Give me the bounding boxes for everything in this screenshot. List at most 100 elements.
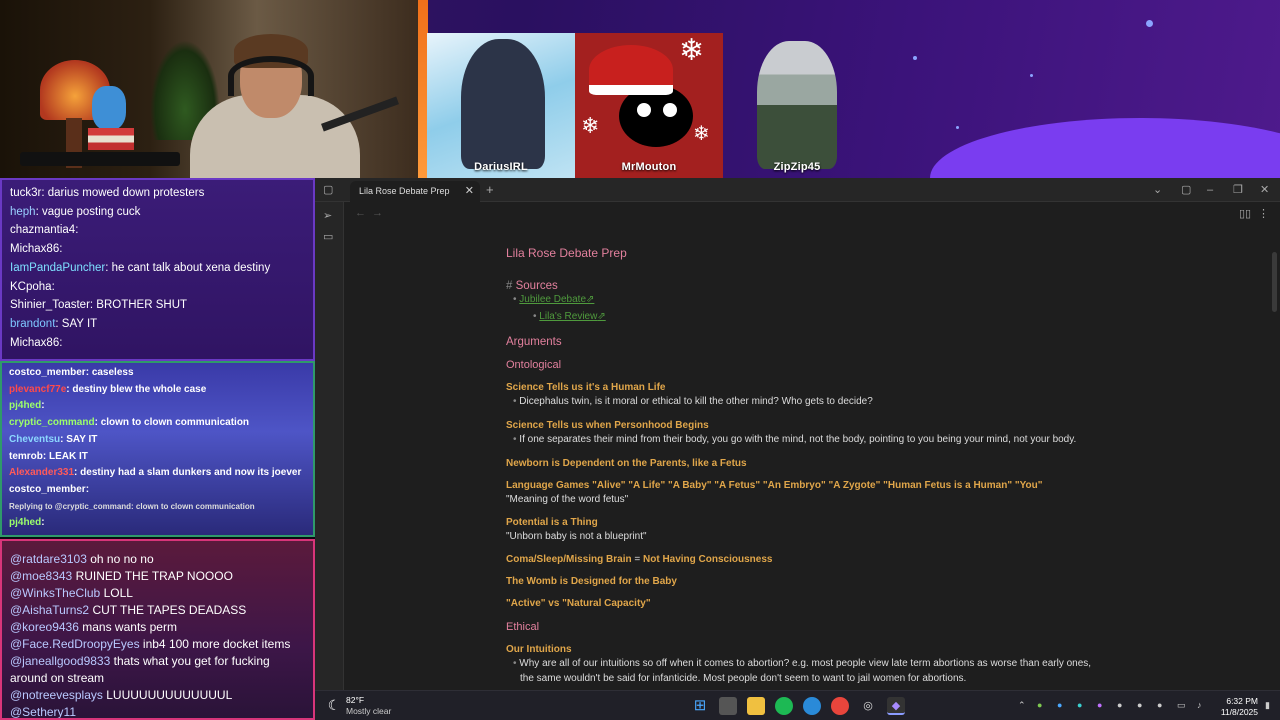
chat-username[interactable]: @Face.RedDroopyEyes xyxy=(10,637,140,651)
chevron-down-icon[interactable]: ⌄ xyxy=(1153,182,1162,198)
maximize-icon[interactable]: ❐ xyxy=(1233,182,1243,198)
chat-username[interactable]: costco_member xyxy=(9,484,86,495)
tray-app-icon[interactable]: ● xyxy=(1037,700,1042,710)
windows-start-icon[interactable]: ⊞ xyxy=(691,697,709,715)
send-icon[interactable]: ➢ xyxy=(323,208,332,224)
chat-username[interactable]: Michax86 xyxy=(10,337,59,349)
chat-message: Michax86: xyxy=(10,336,63,349)
link-lilas-review[interactable]: Lila's Review xyxy=(539,311,597,322)
tab-title: Lila Rose Debate Prep xyxy=(359,186,450,196)
heading: Coma/Sleep/Missing Brain = Not Having Co… xyxy=(506,554,773,565)
files-icon[interactable]: ▭ xyxy=(323,229,333,245)
chat-text: destiny had a slam dunkers and now its j… xyxy=(80,467,302,479)
clock-date[interactable]: 11/8/2025 xyxy=(1221,707,1258,717)
chat-username[interactable]: chazmantia4 xyxy=(10,224,75,236)
chat-username[interactable]: Alexander331 xyxy=(9,467,74,478)
chat-username[interactable]: KCpoha xyxy=(10,281,52,293)
chat-username[interactable]: IamPandaPuncher xyxy=(10,262,105,274)
chat-username[interactable]: brandont xyxy=(10,318,55,330)
scrollbar[interactable] xyxy=(1272,252,1277,312)
back-arrow-icon[interactable]: ← xyxy=(355,207,366,219)
new-tab-icon[interactable]: + xyxy=(486,182,494,198)
task-view-icon[interactable] xyxy=(719,697,737,715)
chat-username[interactable]: Michax86 xyxy=(10,243,59,255)
heading-ontological: Ontological xyxy=(506,359,562,371)
steam-icon[interactable]: ● xyxy=(1117,700,1122,710)
edge-icon[interactable] xyxy=(803,697,821,715)
obs-icon[interactable]: ◎ xyxy=(859,697,877,715)
chat-username[interactable]: heph xyxy=(10,206,36,218)
chat-panel-2: costco_member: caseless plevancf77e: dest… xyxy=(0,361,315,537)
file-explorer-icon[interactable] xyxy=(747,697,765,715)
chat-username[interactable]: pj4hed xyxy=(9,517,41,528)
heading-sources: # Sources xyxy=(506,280,558,292)
chat-username[interactable]: @AishaTurns2 xyxy=(10,603,89,617)
close-icon[interactable]: ✕ xyxy=(465,181,474,202)
weather-desc[interactable]: Mostly clear xyxy=(346,706,391,716)
chat-text: oh no no no xyxy=(90,552,154,566)
participant-tile: ZipZip45 xyxy=(723,33,871,178)
minimize-icon[interactable]: – xyxy=(1207,182,1213,198)
chat-message: @koreo9436 mans wants perm xyxy=(10,619,305,636)
tab-note[interactable]: Lila Rose Debate Prep ✕ xyxy=(350,181,480,202)
participant-tile: ❄ ❄ ❄ MrMouton xyxy=(575,33,723,178)
chat-text: SAY IT xyxy=(61,317,98,330)
chat-username[interactable]: cryptic_command xyxy=(9,417,95,428)
chat-text: RUINED THE TRAP NOOOO xyxy=(75,569,233,583)
chat-username[interactable]: pj4hed xyxy=(9,400,41,411)
chat-username[interactable]: @WinksTheClub xyxy=(10,586,100,600)
stream-banner: DariusIRL ❄ ❄ ❄ MrMouton ZipZip45 xyxy=(0,0,1280,178)
chat-username[interactable]: costco_member xyxy=(9,367,86,378)
sidebar-toggle-icon[interactable]: ▢ xyxy=(323,182,333,198)
chat-username[interactable]: Cheventsu xyxy=(9,434,60,445)
figurine xyxy=(92,86,126,130)
tray-app-icon[interactable]: ● xyxy=(1157,700,1162,710)
chat-username[interactable]: plevancf77e xyxy=(9,384,66,395)
chat-message: costco_member: caseless xyxy=(9,367,134,378)
spotify-icon[interactable] xyxy=(775,697,793,715)
tray-app-icon[interactable]: ● xyxy=(1077,700,1082,710)
obsidian-icon[interactable]: ◆ xyxy=(887,697,905,715)
chat-username[interactable]: @ratdare3103 xyxy=(10,552,87,566)
notification-icon[interactable]: ▮ xyxy=(1265,700,1270,711)
chat-username[interactable]: tuck3r xyxy=(10,187,41,199)
santa-hat xyxy=(589,45,673,95)
right-sidebar-icon[interactable]: ▢ xyxy=(1181,182,1191,198)
chat-message: @moe8343 RUINED THE TRAP NOOOO xyxy=(10,568,305,585)
link-jubilee-debate[interactable]: Jubilee Debate xyxy=(519,294,586,305)
network-icon[interactable]: ▭ xyxy=(1177,700,1186,711)
chevron-up-icon[interactable]: ⌃ xyxy=(1018,700,1026,711)
bullet-text: the same wouldn't be said for infanticid… xyxy=(520,673,967,684)
chat-username[interactable]: temrob xyxy=(9,451,43,462)
chat-username[interactable]: @koreo9436 xyxy=(10,620,79,634)
chat-message: tuck3r: darius mowed down protesters xyxy=(10,187,205,199)
chat-username[interactable]: @janeallgood9833 xyxy=(10,654,110,668)
chat-username[interactable]: @notreevesplays xyxy=(10,688,103,702)
tray-app-icon[interactable]: ● xyxy=(1057,700,1062,710)
heading: Newborn is Dependent on the Parents, lik… xyxy=(506,458,747,469)
participant-tile: DariusIRL xyxy=(427,33,575,178)
chat-text: clown to clown communication xyxy=(100,417,250,429)
forward-arrow-icon[interactable]: → xyxy=(372,207,383,219)
chat-message: @notreevesplays LUUUUUUUUUUUUUL xyxy=(10,687,305,704)
chat-message: pj4hed: xyxy=(9,517,45,529)
chat-username[interactable]: @moe8343 xyxy=(10,569,72,583)
tray-app-icon[interactable]: ● xyxy=(1097,700,1102,710)
reading-view-icon[interactable]: ▯▯ xyxy=(1239,206,1251,222)
purple-hill xyxy=(930,118,1280,178)
chat-username[interactable]: Shinier_Toaster xyxy=(10,299,90,311)
weather-temp[interactable]: 82°F xyxy=(346,695,364,705)
chat-message: IamPandaPuncher: he cant talk about xena… xyxy=(10,261,271,274)
chat-message: brandont: SAY IT xyxy=(10,317,98,330)
chat-text: inb4 100 more docket items xyxy=(142,637,291,651)
keyboard xyxy=(20,152,180,166)
window-close-icon[interactable]: ✕ xyxy=(1260,182,1269,198)
weather-moon-icon[interactable]: ☾ xyxy=(325,696,343,714)
chrome-icon[interactable] xyxy=(831,697,849,715)
chat-text: BROTHER SHUT xyxy=(96,299,188,312)
volume-icon[interactable]: ♪ xyxy=(1197,700,1202,710)
clock-time[interactable]: 6:32 PM xyxy=(1226,696,1258,706)
chat-username[interactable]: @Sethery11 xyxy=(10,705,76,718)
tray-app-icon[interactable]: ● xyxy=(1137,700,1142,710)
more-options-icon[interactable]: ⋮ xyxy=(1258,206,1269,222)
